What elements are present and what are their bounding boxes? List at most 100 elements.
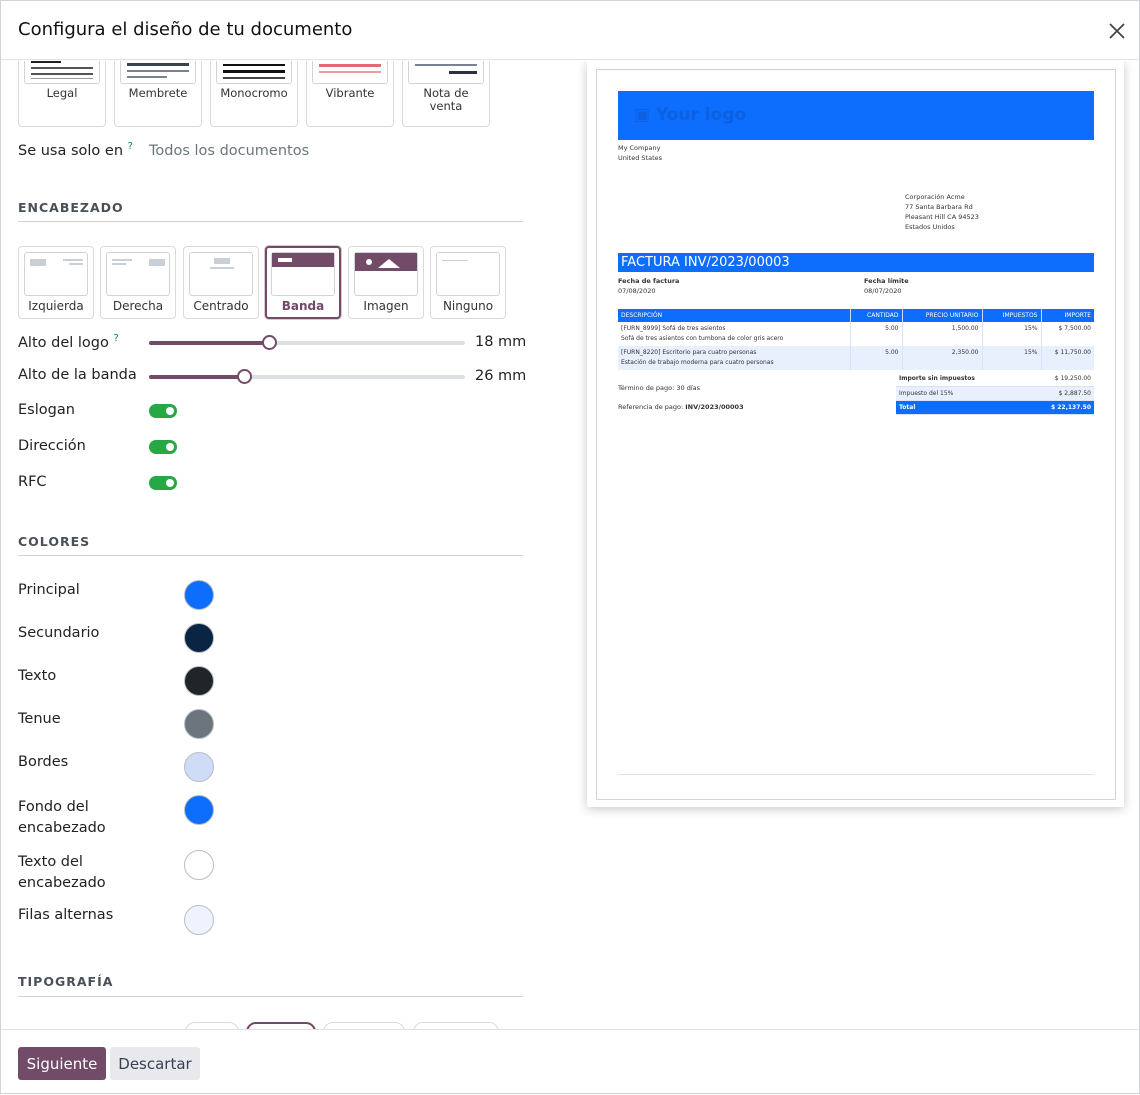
section-title-colors: COLORES bbox=[18, 534, 91, 549]
section-title-header: ENCABEZADO bbox=[18, 200, 124, 215]
layout-card-legal[interactable]: Legal bbox=[18, 61, 106, 127]
header-option-label: Banda bbox=[281, 299, 325, 313]
line-qty: 5.00 bbox=[850, 346, 903, 370]
header-option-izquierda[interactable]: Izquierda bbox=[18, 246, 94, 319]
header-option-centrado[interactable]: Centrado bbox=[183, 246, 259, 319]
color-label-bordes: Bordes bbox=[18, 754, 69, 770]
color-label-texto: Texto bbox=[18, 668, 57, 684]
preview-customer-country: Estados Unidos bbox=[905, 223, 955, 231]
table-row: [FURN_8999] Sofá de tres asientos Sofá de… bbox=[618, 322, 1094, 346]
preview-page: ▣ Your logo My Company United States Cor… bbox=[596, 69, 1116, 800]
preview-customer-name: Corporación Acme bbox=[905, 193, 965, 201]
header-preview bbox=[106, 252, 170, 296]
layout-thumbnail bbox=[216, 61, 292, 84]
layout-card-vibrante[interactable]: Vibrante bbox=[306, 61, 394, 127]
color-swatch-filas-alternas[interactable] bbox=[184, 905, 214, 935]
header-option-label: Izquierda bbox=[28, 299, 84, 313]
layout-card-membrete[interactable]: Membrete bbox=[114, 61, 202, 127]
layout-thumbnail bbox=[120, 61, 196, 84]
color-label-texto-encabezado: Texto del encabezado bbox=[18, 854, 106, 891]
band-height-label: Alto de la banda bbox=[18, 367, 137, 383]
preview-invoice-date-label: Fecha de factura bbox=[618, 277, 680, 285]
header-option-label: Ninguno bbox=[442, 299, 494, 313]
column-header: PRECIO UNITARIO bbox=[902, 309, 983, 322]
eslogan-toggle[interactable] bbox=[149, 404, 177, 418]
totals-value: $ 19,250.00 bbox=[1022, 372, 1094, 387]
color-swatch-fondo-encabezado[interactable] bbox=[184, 795, 214, 825]
color-label-fondo-encabezado: Fondo del encabezado bbox=[18, 799, 106, 836]
column-header: IMPUESTOS bbox=[982, 309, 1042, 322]
layout-thumbnail bbox=[24, 61, 100, 84]
color-swatch-texto-encabezado[interactable] bbox=[184, 850, 214, 880]
line-qty: 5.00 bbox=[850, 322, 903, 346]
column-header: DESCRIPCIÓN bbox=[618, 309, 851, 322]
line-amount: $ 7,500.00 bbox=[1058, 325, 1091, 332]
close-icon[interactable] bbox=[1105, 19, 1129, 43]
dialog-body: Legal Membrete Monocromo Vibrante Nota d… bbox=[1, 61, 1139, 1029]
help-icon[interactable]: ? bbox=[113, 333, 118, 344]
layout-label: Monocromo bbox=[220, 86, 288, 100]
header-option-ninguno[interactable]: Ninguno bbox=[430, 246, 506, 319]
layout-card-monocromo[interactable]: Monocromo bbox=[210, 61, 298, 127]
header-preview bbox=[189, 252, 253, 296]
totals-row: Total $ 22,137.50 bbox=[896, 400, 1094, 415]
totals-label: Impuesto del 15% bbox=[896, 386, 1023, 401]
totals-label: Total bbox=[896, 400, 1023, 415]
preview-payment-reference: Referencia de pago: INV/2023/00003 bbox=[618, 403, 744, 411]
help-icon[interactable]: ? bbox=[128, 141, 133, 152]
rfc-toggle[interactable] bbox=[149, 476, 177, 490]
preview-due-date-label: Fecha límite bbox=[864, 277, 909, 285]
divider bbox=[18, 221, 523, 222]
preview-logo: ▣ Your logo bbox=[634, 105, 747, 125]
slider-knob[interactable] bbox=[262, 335, 278, 350]
font-option[interactable] bbox=[185, 1022, 239, 1029]
line-price: 2,350.00 bbox=[902, 346, 983, 370]
header-option-imagen[interactable]: Imagen bbox=[348, 246, 424, 319]
font-option-selected[interactable] bbox=[246, 1022, 316, 1029]
color-swatch-texto[interactable] bbox=[184, 666, 214, 696]
header-preview bbox=[271, 252, 335, 296]
color-label-principal: Principal bbox=[18, 582, 80, 598]
direccion-toggle[interactable] bbox=[149, 440, 177, 454]
font-option[interactable] bbox=[323, 1022, 405, 1029]
mountain-icon bbox=[378, 259, 400, 268]
line-price: 1,500.00 bbox=[902, 322, 983, 346]
color-swatch-bordes[interactable] bbox=[184, 752, 214, 782]
usage-value[interactable]: Todos los documentos bbox=[149, 143, 309, 159]
preview-company-country: United States bbox=[618, 154, 663, 162]
dialog-header: Configura el diseño de tu documento bbox=[1, 1, 1139, 60]
preview-customer-street: 77 Santa Barbara Rd bbox=[905, 203, 973, 211]
header-option-derecha[interactable]: Derecha bbox=[100, 246, 176, 319]
font-option[interactable] bbox=[413, 1022, 499, 1029]
preview-payment-term: Término de pago: 30 días bbox=[618, 384, 701, 392]
toggle-label-eslogan: Eslogan bbox=[18, 402, 75, 418]
toggle-label-rfc: RFC bbox=[18, 474, 47, 490]
preview-invoice-title: FACTURA INV/2023/00003 bbox=[618, 253, 1094, 272]
divider bbox=[18, 555, 523, 556]
header-option-banda[interactable]: Banda bbox=[265, 246, 341, 319]
header-preview bbox=[436, 252, 500, 296]
preview-customer-city: Pleasant Hill CA 94523 bbox=[905, 213, 979, 221]
line-amount: $ 11,750.00 bbox=[1041, 346, 1094, 370]
totals-label: Importe sin impuestos bbox=[896, 372, 1023, 387]
totals-value: $ 22,137.50 bbox=[1022, 400, 1094, 415]
layout-thumbnail bbox=[312, 61, 388, 84]
preview-due-date: 08/07/2020 bbox=[864, 287, 902, 295]
discard-button[interactable]: Descartar bbox=[110, 1047, 200, 1080]
layout-card-nota-de-venta[interactable]: Nota de venta bbox=[402, 61, 490, 127]
preview-company-name: My Company bbox=[618, 144, 661, 152]
slider-knob[interactable] bbox=[236, 369, 252, 384]
color-swatch-secundario[interactable] bbox=[184, 623, 214, 653]
section-title-typography: TIPOGRAFÍA bbox=[18, 974, 114, 989]
logo-height-slider[interactable] bbox=[149, 335, 465, 350]
preview-header-band: ▣ Your logo bbox=[618, 91, 1094, 140]
layout-label: Nota de venta bbox=[423, 86, 469, 113]
color-swatch-tenue[interactable] bbox=[184, 709, 214, 739]
line-tax: 15% bbox=[982, 322, 1042, 346]
band-height-slider[interactable] bbox=[149, 369, 465, 384]
layout-label: Membrete bbox=[128, 86, 188, 100]
next-button[interactable]: Siguiente bbox=[18, 1047, 106, 1080]
header-preview bbox=[24, 252, 88, 296]
column-header: CANTIDAD bbox=[850, 309, 903, 322]
color-swatch-principal[interactable] bbox=[184, 580, 214, 610]
